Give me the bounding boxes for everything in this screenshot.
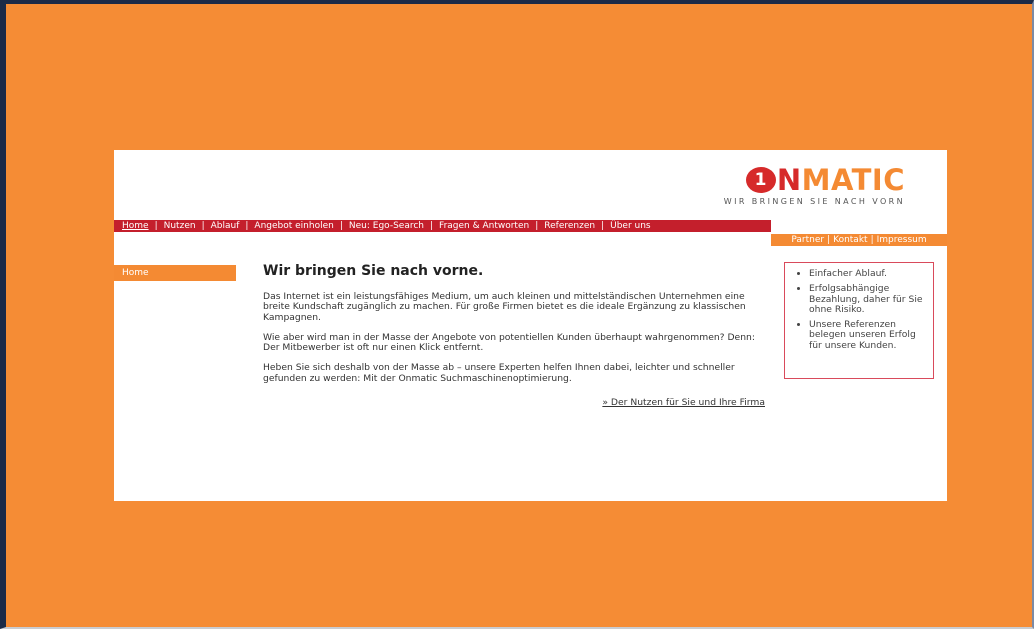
browser-viewport: 1 N MATIC WIR BRINGEN SIE NACH VORN Home |… bbox=[0, 0, 1034, 629]
nav-separator: | bbox=[245, 221, 249, 231]
nav-item-nutzen[interactable]: Nutzen bbox=[164, 221, 196, 231]
logo-wordmark: 1 N MATIC bbox=[705, 163, 905, 197]
subnav-partner-link[interactable]: Partner bbox=[791, 235, 824, 245]
nav-separator: | bbox=[201, 221, 205, 231]
logo-tagline: WIR BRINGEN SIE NACH VORN bbox=[723, 197, 905, 206]
more-link-container: » Der Nutzen für Sie und Ihre Firma bbox=[263, 397, 765, 408]
subnav-separator: | bbox=[827, 235, 831, 245]
nav-item-ego-search[interactable]: Neu: Ego-Search bbox=[349, 221, 424, 231]
subnav-separator: | bbox=[870, 235, 874, 245]
nav-separator: | bbox=[430, 221, 434, 231]
benefit-item: Erfolgsabhängige Bezahlung, daher für Si… bbox=[809, 284, 923, 315]
benefit-item: Einfacher Ablauf. bbox=[809, 268, 923, 279]
nav-separator: | bbox=[535, 221, 539, 231]
experts-paragraph: Heben Sie sich deshalb von der Masse ab … bbox=[263, 362, 735, 384]
nav-separator: | bbox=[339, 221, 343, 231]
main-content: Wir bringen Sie nach vorne. Das Internet… bbox=[263, 262, 765, 408]
nav-separator: | bbox=[601, 221, 605, 231]
benefits-link[interactable]: » Der Nutzen für Sie und Ihre Firma bbox=[602, 397, 765, 408]
page-title: Wir bringen Sie nach vorne. bbox=[263, 263, 484, 279]
question-paragraph: Wie aber wird man in der Masse der Angeb… bbox=[263, 331, 755, 354]
subnav-impressum-link[interactable]: Impressum bbox=[877, 235, 927, 245]
nav-item-home[interactable]: Home bbox=[122, 221, 149, 231]
logo-letters-matic: MATIC bbox=[801, 163, 905, 197]
benefit-item: Unsere Referenzen belegen unseren Erfolg… bbox=[809, 320, 923, 351]
logo-letter-n: N bbox=[776, 163, 802, 197]
web-page: 1 N MATIC WIR BRINGEN SIE NACH VORN Home |… bbox=[114, 150, 947, 501]
intro-paragraph: Das Internet ist ein leistungsfähiges Me… bbox=[263, 291, 746, 323]
benefits-box: Einfacher Ablauf. Erfolgsabhängige Bezah… bbox=[784, 262, 934, 379]
main-navigation: Home | Nutzen | Ablauf | Angebot einhole… bbox=[114, 220, 771, 232]
nav-item-ueber-uns[interactable]: Über uns bbox=[610, 221, 651, 231]
side-nav-item-home[interactable]: Home bbox=[114, 265, 236, 281]
subnav-kontakt-link[interactable]: Kontakt bbox=[833, 235, 867, 245]
nav-separator: | bbox=[154, 221, 158, 231]
nav-item-ablauf[interactable]: Ablauf bbox=[211, 221, 240, 231]
secondary-navigation: Partner | Kontakt | Impressum bbox=[771, 234, 947, 246]
nav-item-angebot-einholen[interactable]: Angebot einholen bbox=[254, 221, 333, 231]
logo-one-icon: 1 bbox=[745, 167, 776, 193]
site-logo[interactable]: 1 N MATIC WIR BRINGEN SIE NACH VORN bbox=[705, 163, 905, 207]
benefits-list: Einfacher Ablauf. Erfolgsabhängige Bezah… bbox=[797, 268, 923, 351]
nav-item-referenzen[interactable]: Referenzen bbox=[544, 221, 595, 231]
nav-item-fragen-antworten[interactable]: Fragen & Antworten bbox=[439, 221, 529, 231]
